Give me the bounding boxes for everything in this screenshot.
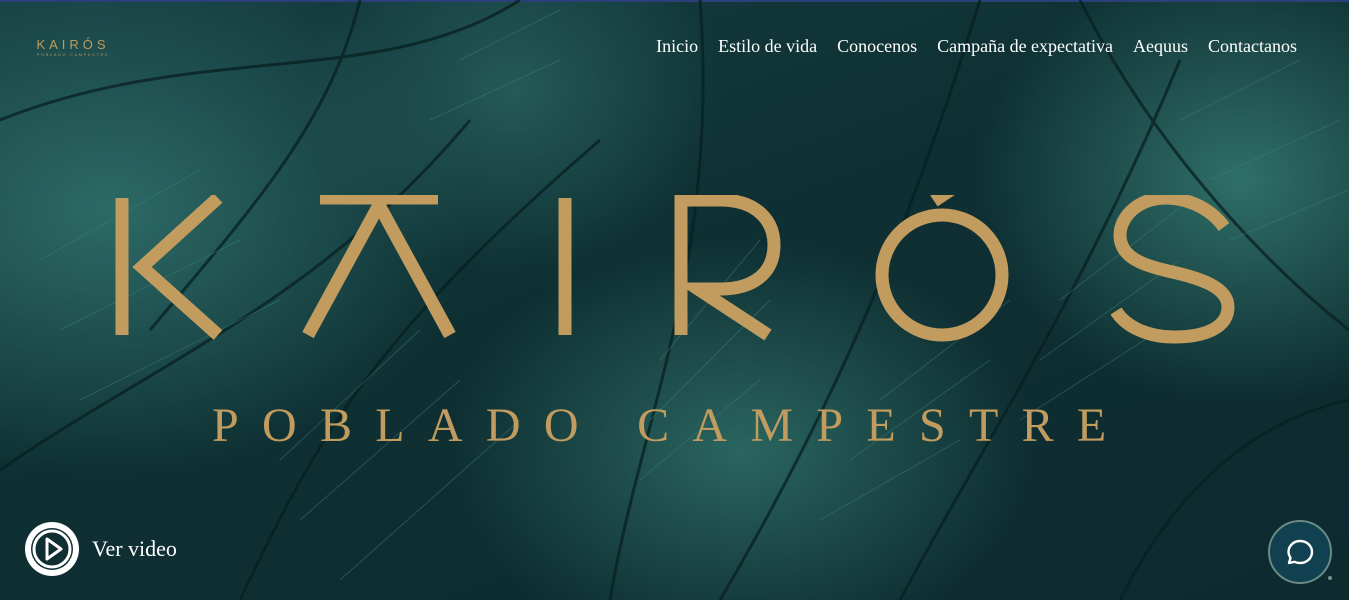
nav-item-contactanos[interactable]: Contactanos <box>1208 36 1297 57</box>
nav-item-estilo-de-vida[interactable]: Estilo de vida <box>718 36 817 57</box>
chat-button[interactable] <box>1268 520 1332 584</box>
main-nav: Inicio Estilo de vida Conocenos Campaña … <box>656 36 1297 57</box>
nav-item-aequus[interactable]: Aequus <box>1133 36 1188 57</box>
nav-item-conocenos[interactable]: Conocenos <box>837 36 917 57</box>
header-logo-subtitle: POBLADO CAMPESTRE <box>36 52 110 57</box>
watch-video-button[interactable]: Ver video <box>22 519 177 579</box>
recaptcha-badge-dot <box>1328 576 1332 580</box>
chat-bubble-icon <box>1287 539 1314 565</box>
header-logo-word: KAIRÓS <box>36 37 110 52</box>
nav-item-campana-de-expectativa[interactable]: Campaña de expectativa <box>937 36 1113 57</box>
hero-subtitle: POBLADO CAMPESTRE <box>212 399 1130 452</box>
hero-logo-kairos <box>115 195 1235 344</box>
play-icon[interactable] <box>22 519 82 579</box>
header-logo[interactable]: KAIRÓS POBLADO CAMPESTRE <box>30 38 116 58</box>
hero-section: KAIRÓS POBLADO CAMPESTRE Inicio Estilo d… <box>0 0 1349 600</box>
watch-video-label[interactable]: Ver video <box>92 536 177 562</box>
nav-item-inicio[interactable]: Inicio <box>656 36 698 57</box>
